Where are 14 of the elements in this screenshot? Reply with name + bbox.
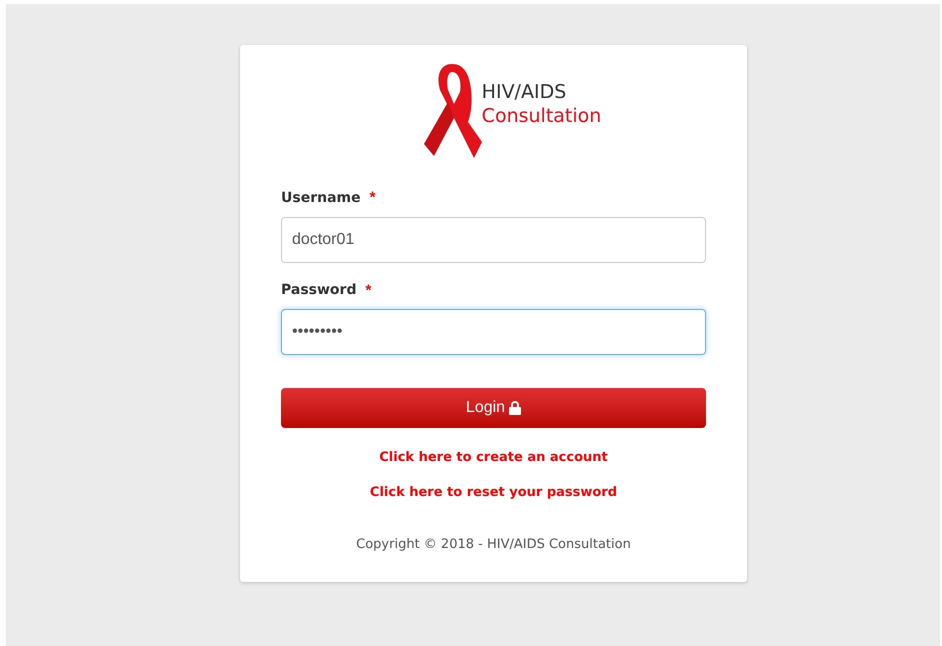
logo-title: HIV/AIDS xyxy=(482,80,568,104)
lock-icon xyxy=(509,401,522,415)
required-mark: * xyxy=(365,280,372,300)
create-account-link[interactable]: Click here to create an account xyxy=(379,448,608,468)
copyright-text: Copyright © 2018 - HIV/AIDS Consultation xyxy=(356,536,631,554)
password-field[interactable]: ••••••••• xyxy=(281,309,706,355)
required-mark: * xyxy=(370,188,376,208)
reset-password-link[interactable]: Click here to reset your password xyxy=(370,482,618,502)
field-label: Username xyxy=(281,188,361,208)
username-field[interactable]: doctor01 xyxy=(281,216,706,262)
logo-subtitle: Consultation xyxy=(482,104,602,128)
ribbon-icon xyxy=(422,62,484,160)
field-label: Password xyxy=(281,281,356,300)
login-button[interactable]: Login xyxy=(281,388,706,428)
